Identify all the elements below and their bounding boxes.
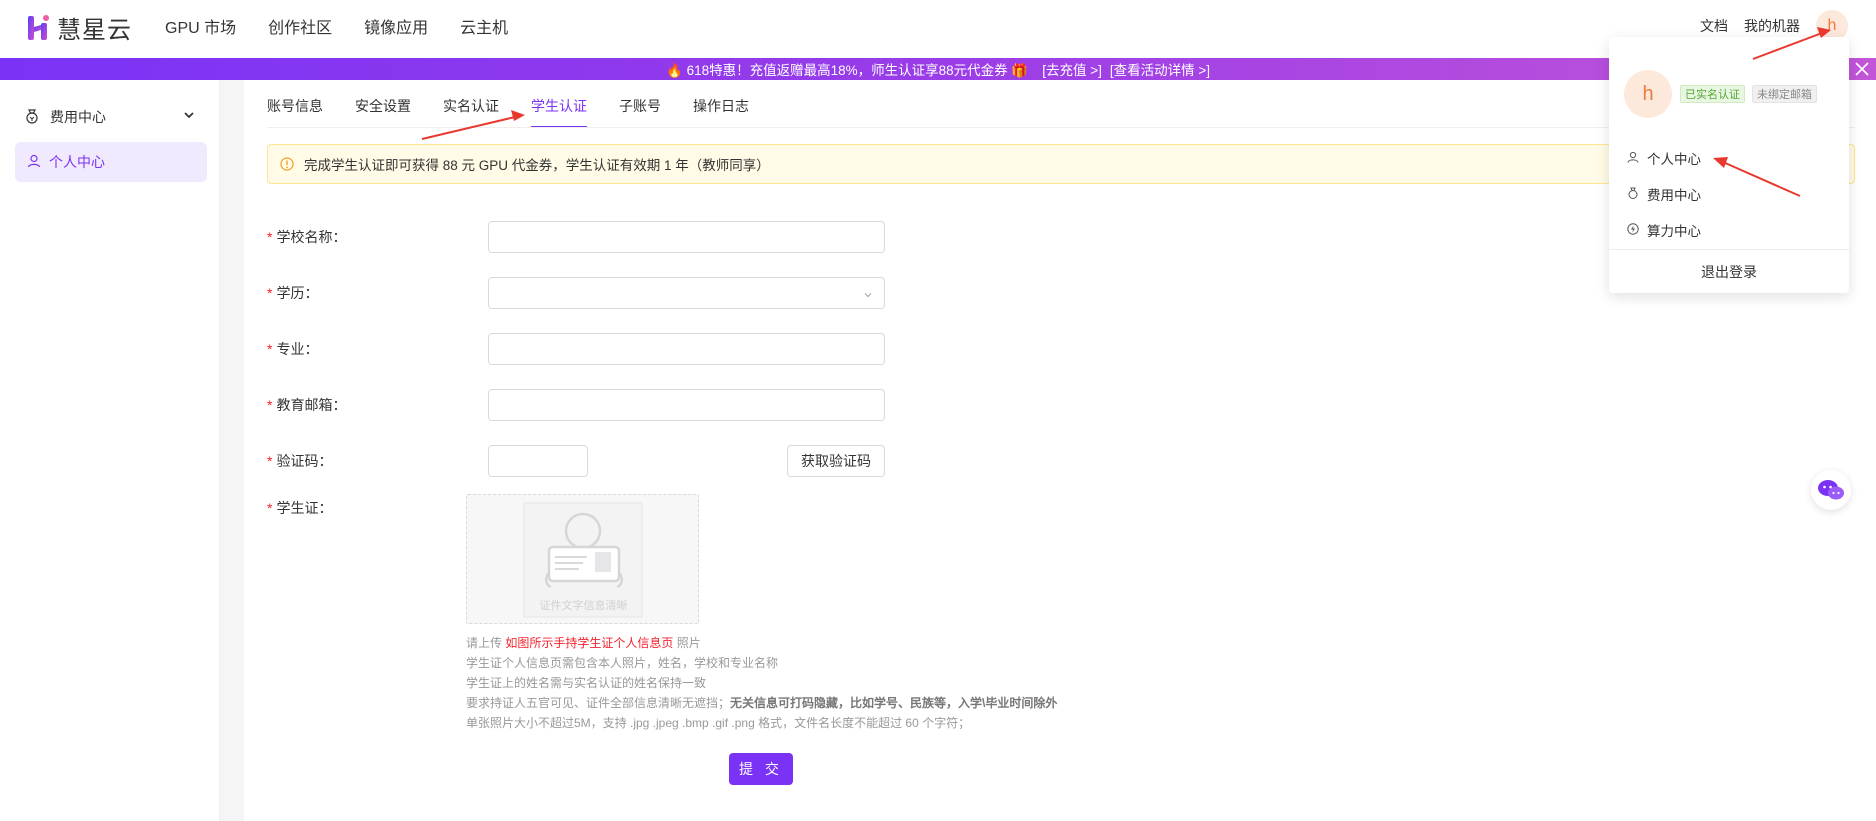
verification-code-input[interactable] — [488, 445, 588, 477]
tab-account-info[interactable]: 账号信息 — [267, 96, 323, 128]
sidebar-item-label: 费用中心 — [50, 109, 106, 125]
sidebar-item-label: 个人中心 — [49, 154, 105, 170]
degree-label: * 学历： — [267, 285, 319, 301]
avatar: h — [1624, 70, 1672, 118]
brand-logo[interactable]: 慧星云 — [27, 10, 132, 45]
degree-row: * 学历： — [267, 277, 1267, 309]
chevron-down-icon — [862, 288, 874, 304]
menu-item-personal-center[interactable]: 个人中心 — [1627, 148, 1701, 168]
school-row: * 学校名称： — [267, 221, 1267, 253]
money-bag-icon — [1627, 187, 1639, 202]
close-icon[interactable] — [1852, 59, 1872, 79]
notice-text: 完成学生认证即可获得 88 元 GPU 代金券，学生认证有效期 1 年（教师同享… — [304, 158, 770, 173]
major-label: * 专业： — [267, 341, 319, 357]
main-nav: GPU 市场 创作社区 镜像应用 云主机 — [165, 0, 540, 52]
tab-real-name[interactable]: 实名认证 — [443, 96, 499, 128]
nav-gpu-market[interactable]: GPU 市场 — [165, 14, 236, 38]
menu-item-label: 个人中心 — [1647, 152, 1701, 167]
tab-student-verification[interactable]: 学生认证 — [531, 96, 587, 128]
nav-image-apps[interactable]: 镜像应用 — [364, 14, 428, 38]
content-gutter — [220, 80, 244, 821]
docs-link[interactable]: 文档 — [1700, 16, 1728, 36]
promo-recharge-link[interactable]: [去充值 >] — [1042, 59, 1102, 79]
upload-hints: 请上传 如图所示手持学生证个人信息页 照片 学生证个人信息页需包含本人照片，姓名… — [466, 633, 1057, 733]
sidebar-item-personal-center[interactable]: 个人中心 — [15, 142, 207, 182]
email-unbound-badge: 未绑定邮箱 — [1752, 85, 1817, 103]
school-input[interactable] — [488, 221, 885, 253]
promo-banner: 🔥 618特惠！充值返赠最高18%，师生认证享88元代金券 🎁 [去充值 >] … — [0, 58, 1876, 80]
nav-cloud-host[interactable]: 云主机 — [460, 14, 508, 38]
promo-text: 🔥 618特惠！充值返赠最高18%，师生认证享88元代金券 🎁 — [666, 63, 1029, 78]
hint-line-5: 单张照片大小不超过5M，支持 .jpg .jpeg .bmp .gif .png… — [466, 716, 971, 730]
promo-details-link[interactable]: [查看活动详情 >] — [1110, 59, 1210, 79]
money-bag-icon — [24, 108, 40, 127]
tab-sub-accounts[interactable]: 子账号 — [619, 96, 661, 128]
user-dropdown-menu: h 已实名认证 未绑定邮箱 个人中心 费用中心 算力中心 退出登录 — [1609, 37, 1849, 293]
logout-button[interactable]: 退出登录 — [1609, 262, 1849, 282]
top-navbar: 慧星云 GPU 市场 创作社区 镜像应用 云主机 文档 我的机器 h — [0, 0, 1876, 58]
hint-line-2: 学生证个人信息页需包含本人照片，姓名，学校和专业名称 — [466, 656, 779, 670]
menu-item-label: 费用中心 — [1647, 188, 1701, 203]
verified-badge: 已实名认证 — [1680, 85, 1745, 103]
brand-name: 慧星云 — [57, 16, 132, 44]
degree-select[interactable] — [488, 277, 885, 309]
hint-line-3: 学生证上的姓名需与实名认证的姓名保持一致 — [466, 676, 707, 690]
edu-email-input[interactable] — [488, 389, 885, 421]
major-input[interactable] — [488, 333, 885, 365]
user-icon — [1627, 151, 1639, 166]
tab-operation-log[interactable]: 操作日志 — [693, 96, 749, 128]
account-tabs: 账号信息 安全设置 实名认证 学生认证 子账号 操作日志 — [267, 80, 781, 128]
wechat-icon — [1818, 480, 1844, 500]
student-card-label: * 学生证： — [267, 500, 333, 516]
email-label: * 教育邮箱： — [267, 397, 347, 413]
sidebar-item-billing[interactable]: 费用中心 — [24, 104, 196, 130]
sidebar: 费用中心 个人中心 — [0, 80, 220, 821]
school-label: * 学校名称： — [267, 229, 347, 245]
lightning-icon — [1627, 222, 1639, 238]
student-card-upload[interactable]: 证件文字信息清晰 — [466, 494, 699, 624]
wechat-support-button[interactable] — [1811, 470, 1851, 510]
code-row: * 验证码： 获取验证码 — [267, 445, 1267, 477]
hint-line-1: 请上传 如图所示手持学生证个人信息页 照片 — [466, 636, 701, 650]
code-label: * 验证码： — [267, 453, 333, 469]
hint-line-4: 要求持证人五官可见、证件全部信息清晰无遮挡；无关信息可打码隐藏，比如学号、民族等… — [466, 696, 1058, 710]
nav-community[interactable]: 创作社区 — [268, 14, 332, 38]
menu-item-compute-center[interactable]: 算力中心 — [1627, 220, 1701, 240]
tab-security[interactable]: 安全设置 — [355, 96, 411, 128]
my-machines-link[interactable]: 我的机器 — [1744, 16, 1800, 36]
upload-caption: 证件文字信息清晰 — [539, 600, 628, 612]
menu-item-label: 算力中心 — [1647, 224, 1701, 239]
menu-item-billing[interactable]: 费用中心 — [1627, 184, 1701, 204]
menu-divider — [1609, 249, 1849, 250]
student-card-row: * 学生证： — [267, 498, 467, 518]
get-code-button[interactable]: 获取验证码 — [787, 445, 885, 477]
user-icon — [27, 154, 41, 171]
warning-icon — [280, 157, 294, 171]
submit-button[interactable]: 提 交 — [729, 753, 793, 785]
chevron-down-icon — [182, 108, 196, 125]
major-row: * 专业： — [267, 333, 1267, 365]
email-row: * 教育邮箱： — [267, 389, 1267, 421]
logo-icon — [27, 13, 51, 43]
